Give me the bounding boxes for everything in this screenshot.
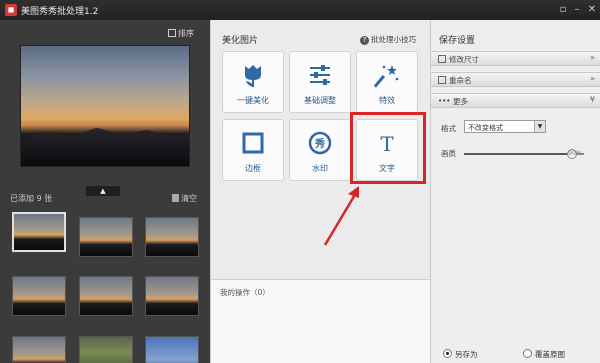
section-label: 重命名 bbox=[449, 76, 472, 85]
save-as-label: 另存为 bbox=[455, 350, 478, 359]
tulip-icon bbox=[223, 60, 283, 90]
resize-icon bbox=[438, 55, 446, 63]
quality-label: 画质 bbox=[441, 149, 456, 158]
quality-slider-fill bbox=[464, 153, 572, 155]
added-count: 已添加 9 张 bbox=[10, 194, 53, 203]
thumbnail[interactable] bbox=[12, 336, 66, 363]
watermark-icon: 秀 bbox=[290, 128, 350, 158]
beautify-title: 美化图片 bbox=[222, 36, 259, 46]
watermark-glyph: 秀 bbox=[314, 137, 325, 150]
tool-effects[interactable]: 特效 bbox=[356, 51, 418, 113]
section-label: 更多 bbox=[453, 97, 468, 106]
highlight-box bbox=[350, 112, 426, 184]
more-dots-icon: ••• bbox=[438, 97, 451, 105]
thumbnail[interactable] bbox=[12, 276, 66, 316]
title-bar: ◼ 美图秀秀批处理1.2 ▫ – ✕ bbox=[0, 0, 600, 20]
trash-icon bbox=[172, 194, 179, 202]
tool-label: 边框 bbox=[245, 164, 261, 173]
tool-label: 基础调整 bbox=[304, 96, 336, 105]
tool-label: 特效 bbox=[379, 96, 395, 105]
app-logo-icon: ◼ bbox=[5, 4, 17, 16]
section-rename[interactable]: 重命名 » bbox=[431, 72, 600, 87]
tool-watermark[interactable]: 秀 水印 bbox=[289, 119, 351, 181]
tips-link[interactable]: ? 批处理小技巧 bbox=[360, 34, 416, 45]
section-label: 修改尺寸 bbox=[449, 55, 479, 64]
image-list-panel: 排序 ▲ 已添加 9 张 清空 bbox=[0, 20, 210, 363]
collapse-preview-button[interactable]: ▲ bbox=[86, 186, 120, 196]
minimize-button[interactable]: – bbox=[570, 3, 584, 17]
tool-label: 一键美化 bbox=[237, 96, 269, 105]
tips-label: 批处理小技巧 bbox=[371, 35, 416, 44]
thumbnail[interactable] bbox=[79, 336, 133, 363]
preview-landscape bbox=[21, 127, 189, 166]
magic-wand-icon bbox=[357, 60, 417, 90]
quality-value: 90% bbox=[568, 149, 583, 157]
collapse-icon: ¥ bbox=[589, 95, 595, 104]
save-settings-title: 保存设置 bbox=[439, 36, 476, 46]
sliders-icon bbox=[290, 60, 350, 90]
clear-button[interactable]: 清空 bbox=[172, 193, 197, 204]
save-as-option[interactable]: 另存为 bbox=[443, 349, 478, 360]
overwrite-option[interactable]: 覆盖原图 bbox=[523, 349, 565, 360]
tool-basic-adjust[interactable]: 基础调整 bbox=[289, 51, 351, 113]
window-title: 美图秀秀批处理1.2 bbox=[21, 7, 99, 17]
clear-label: 清空 bbox=[181, 194, 197, 203]
rename-icon bbox=[438, 76, 446, 84]
format-select[interactable]: 不改变格式 ▼ bbox=[464, 120, 546, 133]
section-resize[interactable]: 修改尺寸 » bbox=[431, 51, 600, 66]
format-label: 格式 bbox=[441, 124, 456, 133]
expand-icon: » bbox=[590, 53, 595, 62]
my-operations-label: 我的操作（0） bbox=[220, 288, 270, 297]
chevron-down-icon[interactable]: ▼ bbox=[534, 121, 545, 132]
question-icon: ? bbox=[360, 36, 369, 45]
sort-label: 排序 bbox=[178, 29, 194, 38]
format-value: 不改变格式 bbox=[468, 124, 503, 132]
my-operations-panel: 我的操作（0） bbox=[211, 279, 431, 363]
restore-button[interactable]: ▫ bbox=[556, 3, 570, 17]
close-button[interactable]: ✕ bbox=[585, 3, 599, 17]
overwrite-label: 覆盖原图 bbox=[535, 350, 565, 359]
tool-auto-beautify[interactable]: 一键美化 bbox=[222, 51, 284, 113]
save-as-radio[interactable] bbox=[443, 349, 452, 358]
frame-icon bbox=[223, 128, 283, 158]
image-preview bbox=[20, 45, 190, 167]
thumbnail[interactable] bbox=[79, 276, 133, 316]
save-settings-panel: 保存设置 修改尺寸 » 重命名 » ••• 更多 ¥ 格式 不改变格式 ▼ 画质… bbox=[430, 20, 600, 363]
expand-icon: » bbox=[590, 74, 595, 83]
section-more[interactable]: ••• 更多 ¥ bbox=[431, 93, 600, 108]
tool-label: 水印 bbox=[312, 164, 328, 173]
thumbnail[interactable] bbox=[12, 212, 66, 252]
thumbnail[interactable] bbox=[145, 336, 199, 363]
thumbnail[interactable] bbox=[145, 276, 199, 316]
thumbnail[interactable] bbox=[79, 217, 133, 257]
overwrite-radio[interactable] bbox=[523, 349, 532, 358]
quality-slider[interactable] bbox=[464, 149, 584, 159]
sort-icon bbox=[168, 29, 176, 37]
beautify-panel: 美化图片 ? 批处理小技巧 一键美化 基础调整 特效 边框 秀 水印 T 文字 … bbox=[210, 20, 431, 363]
sort-button[interactable]: 排序 bbox=[168, 28, 194, 39]
tool-frame[interactable]: 边框 bbox=[222, 119, 284, 181]
thumbnail[interactable] bbox=[145, 217, 199, 257]
